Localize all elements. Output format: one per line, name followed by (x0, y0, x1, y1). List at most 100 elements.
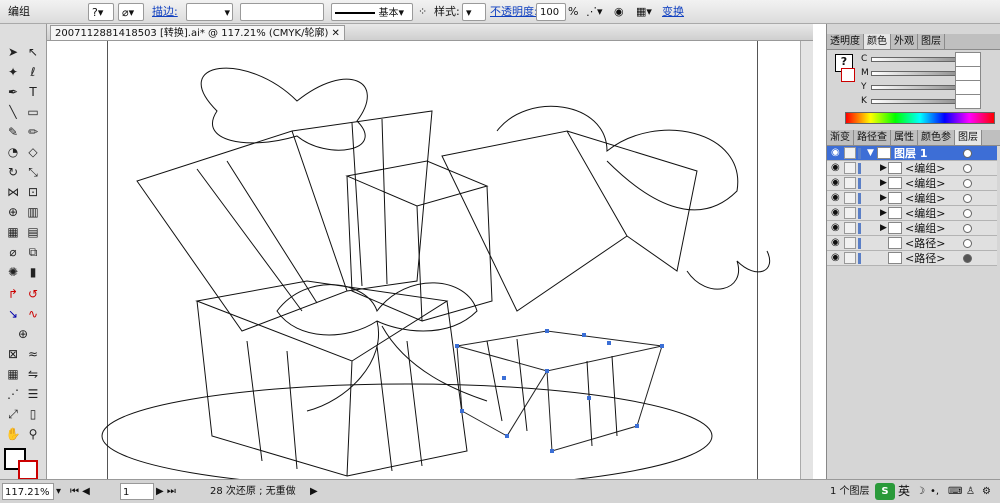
opacity-link[interactable]: 不透明度: (490, 3, 538, 21)
column-graph-icon[interactable]: ▮ (24, 264, 42, 280)
artboard-prev-icon[interactable]: ⏮ ◀ (70, 483, 90, 500)
ime-settings-icon[interactable]: ⚙ (982, 483, 991, 500)
color-spectrum[interactable] (845, 112, 995, 124)
ime-person-icon[interactable]: ♙ (966, 483, 975, 500)
line-tool-icon[interactable]: ╲ (4, 104, 22, 120)
stroke-link[interactable]: 描边: (152, 3, 178, 21)
layer-row[interactable]: ◉ <路径> (827, 236, 997, 251)
channel-k-field[interactable] (955, 94, 981, 109)
hand-tool-icon[interactable]: ✋ (4, 426, 22, 442)
zoom-tool-icon[interactable]: ⚲ (24, 426, 42, 442)
graph-tool-icon[interactable]: ⋰ (4, 386, 22, 402)
pen-tool-icon[interactable]: ✒ (4, 84, 22, 100)
channel-y-field[interactable] (955, 80, 981, 95)
visibility-eye-icon[interactable]: ◉ (831, 237, 840, 248)
chart-tool-icon[interactable]: ▦ (4, 366, 22, 382)
select-similar-icon[interactable]: ⋰▾ (586, 3, 603, 21)
perspective-grid-icon[interactable]: ▥ (24, 204, 42, 220)
layer-row[interactable]: ◉ <路径> (827, 251, 997, 266)
tab-layers[interactable]: 图层 (955, 130, 982, 145)
mesh-tool-icon[interactable]: ▦ (4, 224, 22, 240)
gradient-tool-icon[interactable]: ▤ (24, 224, 42, 240)
blob-brush-icon[interactable]: ◔ (4, 144, 22, 160)
visibility-eye-icon[interactable]: ◉ (831, 162, 840, 173)
visibility-eye-icon[interactable]: ◉ (831, 252, 840, 263)
knife-tool-icon[interactable]: ▯ (24, 406, 42, 422)
expand-triangle-icon[interactable]: ▶ (880, 191, 887, 206)
transform-link[interactable]: 变换 (662, 3, 684, 21)
arrange-icon[interactable]: ▦▾ (636, 3, 652, 21)
visibility-eye-icon[interactable]: ◉ (831, 222, 840, 233)
ime-punct-icon[interactable]: •, (930, 483, 939, 500)
layer-row[interactable]: ◉ ▶ <编组> (827, 221, 997, 236)
tab-transparency[interactable]: 透明度 (827, 34, 864, 49)
pencil-icon[interactable]: ✏ (24, 124, 42, 140)
document-setup-icon[interactable]: ◉ (614, 3, 624, 21)
fill-swatch[interactable]: ?▾ (88, 3, 114, 21)
rotate-tool-icon[interactable]: ↻ (4, 164, 22, 180)
shape-builder-icon[interactable]: ⊕ (4, 204, 22, 220)
visibility-eye-icon[interactable]: ◉ (831, 207, 840, 218)
lasso-icon[interactable]: ℓ (24, 64, 42, 80)
visibility-eye-icon[interactable]: ◉ (831, 177, 840, 188)
slice-tool-icon[interactable]: ≈ (24, 346, 42, 362)
tab-appearance[interactable]: 外观 (891, 34, 918, 49)
layer-row[interactable]: ◉ ▶ <编组> (827, 191, 997, 206)
curvature-tool-icon[interactable]: ↺ (24, 286, 42, 302)
channel-m-field[interactable] (955, 66, 981, 81)
layer-row[interactable]: ◉ ▼ 图层 1 (827, 146, 997, 161)
layer-row[interactable]: ◉ ▶ <编组> (827, 161, 997, 176)
tab-color-guide[interactable]: 颜色参 (918, 130, 955, 145)
transform-again-icon[interactable]: ⁘ (418, 3, 427, 21)
vertical-scrollbar[interactable] (800, 41, 813, 479)
layer-row[interactable]: ◉ ▶ <编组> (827, 176, 997, 191)
expand-triangle-icon[interactable]: ▶ (880, 176, 887, 191)
ime-language[interactable]: 英 (898, 483, 910, 500)
artboard-tool-icon[interactable]: ⊠ (4, 346, 22, 362)
variable-width-dropdown[interactable] (240, 3, 324, 21)
stroke-color-swatch[interactable] (18, 460, 38, 480)
tab-layers-top[interactable]: 图层 (918, 34, 945, 49)
style-dropdown[interactable]: ▾ (462, 3, 486, 21)
type-tool-icon[interactable]: T (24, 84, 42, 100)
ime-moon-icon[interactable]: ☽ (916, 483, 925, 500)
opacity-field[interactable]: 100 (536, 3, 566, 21)
warp-tool-icon[interactable]: ⇋ (24, 366, 42, 382)
measure-tool-icon[interactable]: ⤢ (4, 406, 22, 422)
zoom-field[interactable]: 117.21% (2, 483, 54, 500)
stroke-swatch[interactable]: ⌀▾ (118, 3, 144, 21)
layer-row[interactable]: ◉ ▶ <编组> (827, 206, 997, 221)
blend-tool-icon[interactable]: ⧉ (24, 244, 42, 260)
tab-color[interactable]: 颜色 (864, 34, 891, 49)
ime-keyboard-icon[interactable]: ⌨ (948, 483, 962, 500)
rectangle-tool-icon[interactable]: ▭ (24, 104, 42, 120)
ime-logo-icon[interactable]: S (875, 483, 895, 500)
expand-triangle-icon[interactable]: ▶ (880, 161, 887, 176)
expand-triangle-icon[interactable]: ▶ (880, 206, 887, 221)
anchor-point-tool-icon[interactable]: ↱ (4, 286, 22, 302)
free-transform-icon[interactable]: ⊡ (24, 184, 42, 200)
direct-selection-tool-icon[interactable]: ↖ (24, 44, 42, 60)
expand-triangle-icon[interactable]: ▶ (880, 221, 887, 236)
tab-pathfinder[interactable]: 路径查 (854, 130, 891, 145)
artboard-next-icon[interactable]: ▶ ⏭ (156, 483, 176, 500)
symbol-sprayer-icon[interactable]: ✺ (4, 264, 22, 280)
tab-gradient[interactable]: 渐变 (827, 130, 854, 145)
eraser-icon[interactable]: ◇ (24, 144, 42, 160)
magic-wand-icon[interactable]: ✦ (4, 64, 22, 80)
visibility-eye-icon[interactable]: ◉ (831, 147, 840, 158)
visibility-eye-icon[interactable]: ◉ (831, 192, 840, 203)
paintbrush-icon[interactable]: ✎ (4, 124, 22, 140)
color-stroke-preview[interactable] (841, 68, 855, 82)
brush-definition-dropdown[interactable]: 基本▾ (331, 3, 413, 21)
list-tool-icon[interactable]: ☰ (24, 386, 42, 402)
reshape-tool-icon[interactable]: ↘ (4, 306, 22, 322)
artwork-canvas[interactable] (47, 41, 813, 479)
zoom-dropdown-icon[interactable]: ▾ (56, 483, 61, 500)
tab-attributes[interactable]: 属性 (891, 130, 918, 145)
selection-tool-icon[interactable]: ➤ (4, 44, 22, 60)
stroke-weight-field[interactable]: ▾ (186, 3, 233, 21)
eyedropper-icon[interactable]: ⌀ (4, 244, 22, 260)
status-menu-icon[interactable]: ▶ (310, 483, 318, 500)
artboard-field[interactable]: 1 (120, 483, 154, 500)
